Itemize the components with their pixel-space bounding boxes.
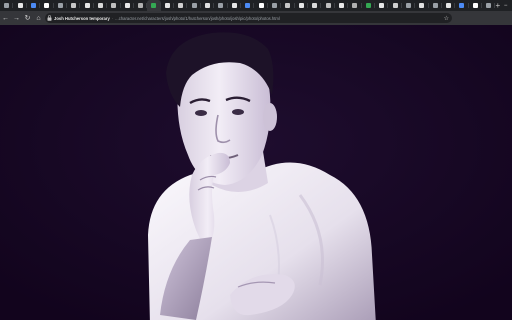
tab-favicon-icon: [459, 3, 465, 8]
tab-favicon-icon: [285, 3, 291, 8]
browser-tab[interactable]: [40, 0, 54, 11]
browser-tab[interactable]: [161, 0, 175, 11]
browser-tab[interactable]: [241, 0, 255, 11]
minimize-button[interactable]: −: [500, 0, 511, 11]
browser-tab[interactable]: [469, 0, 483, 11]
tab-favicon-icon: [57, 3, 63, 8]
tab-favicon-icon: [164, 3, 170, 8]
bookmark-star-icon[interactable]: ☆: [444, 13, 449, 23]
browser-tab[interactable]: [402, 0, 416, 11]
tab-favicon-icon: [245, 3, 251, 8]
reload-button[interactable]: ↻: [22, 11, 33, 25]
tab-favicon-icon: [205, 3, 211, 8]
browser-tab[interactable]: [281, 0, 295, 11]
browser-tab[interactable]: [348, 0, 362, 11]
browser-tab[interactable]: [121, 0, 135, 11]
tab-favicon-icon: [486, 3, 492, 8]
home-icon: ⌂: [36, 14, 41, 22]
tab-favicon-icon: [138, 3, 144, 8]
tab-favicon-icon: [178, 3, 184, 8]
tab-favicon-icon: [419, 3, 425, 8]
browser-tab[interactable]: [0, 0, 14, 11]
forward-arrow-icon: →: [13, 14, 20, 22]
portrait-image: [0, 25, 512, 320]
browser-tab[interactable]: [362, 0, 376, 11]
browser-tab[interactable]: [13, 0, 28, 11]
tab-favicon-icon: [231, 3, 237, 8]
back-button[interactable]: ←: [0, 11, 11, 25]
tab-favicon-icon: [272, 3, 277, 8]
tab-favicon-icon: [298, 3, 304, 8]
browser-tab[interactable]: [214, 0, 229, 11]
tab-favicon-icon: [17, 3, 23, 8]
tab-favicon-icon: [472, 3, 478, 8]
tab-favicon-icon: [218, 3, 224, 8]
image-viewer: [0, 25, 512, 320]
browser-tab[interactable]: [134, 0, 148, 11]
browser-tab[interactable]: [187, 0, 202, 11]
tab-favicon-icon: [30, 3, 36, 8]
browser-toolbar: ← → ↻ ⌂ Josh Hutcherson temporary · ...c…: [0, 11, 512, 25]
tab-favicon-icon: [379, 3, 385, 8]
tab-favicon-icon: [352, 3, 358, 8]
tab-favicon-icon: [338, 3, 344, 8]
tab-favicon-icon: [97, 3, 103, 8]
tab-favicon-icon: [365, 3, 371, 8]
browser-tab[interactable]: [295, 0, 309, 11]
browser-tab[interactable]: [442, 0, 456, 11]
home-button[interactable]: ⌂: [33, 11, 44, 25]
tab-favicon-icon: [151, 3, 157, 8]
reload-icon: ↻: [24, 14, 31, 22]
browser-tab[interactable]: [80, 0, 95, 11]
browser-tab[interactable]: [174, 0, 188, 11]
tab-favicon-icon: [392, 3, 398, 8]
page-title: Josh Hutcherson temporary: [54, 15, 110, 21]
tab-favicon-icon: [4, 3, 10, 8]
browser-tab[interactable]: [388, 0, 403, 11]
browser-tab[interactable]: [429, 0, 443, 11]
browser-tab[interactable]: [147, 0, 162, 11]
browser-tab[interactable]: [455, 0, 470, 11]
tab-favicon-icon: [111, 3, 117, 8]
url-separator: ·: [111, 15, 114, 21]
browser-tab[interactable]: [54, 0, 68, 11]
tab-favicon-icon: [191, 3, 197, 8]
browser-tab[interactable]: [321, 0, 336, 11]
tab-favicon-icon: [124, 3, 130, 8]
browser-tab[interactable]: [268, 0, 282, 11]
tab-favicon-icon: [312, 3, 318, 8]
tab-favicon-icon: [71, 3, 77, 8]
browser-tab[interactable]: [107, 0, 121, 11]
browser-tab[interactable]: [201, 0, 215, 11]
browser-tab[interactable]: [308, 0, 322, 11]
tab-favicon-icon: [325, 3, 331, 8]
browser-tab[interactable]: [415, 0, 429, 11]
window-controls: −□✕: [500, 0, 512, 11]
tab-favicon-icon: [44, 3, 50, 8]
tab-favicon-icon: [84, 3, 90, 8]
browser-tab[interactable]: [375, 0, 389, 11]
browser-tab[interactable]: [228, 0, 242, 11]
tab-favicon-icon: [258, 3, 264, 8]
browser-tab[interactable]: [27, 0, 41, 11]
lock-icon[interactable]: [45, 13, 54, 23]
browser-tab[interactable]: [94, 0, 108, 11]
browser-tab[interactable]: [254, 0, 269, 11]
tab-favicon-icon: [446, 3, 452, 8]
browser-window: +−□✕ ← → ↻ ⌂ Josh Hutcherson temporary ·…: [0, 0, 512, 320]
back-arrow-icon: ←: [2, 14, 9, 22]
url-text[interactable]: ...character.net/characters/josh/photo/1…: [115, 16, 280, 21]
browser-tab[interactable]: [335, 0, 349, 11]
address-bar[interactable]: Josh Hutcherson temporary · ...character…: [45, 13, 452, 23]
tab-strip: +−□✕: [0, 0, 512, 11]
tab-favicon-icon: [432, 3, 438, 8]
forward-button[interactable]: →: [11, 11, 22, 25]
tab-favicon-icon: [405, 3, 411, 8]
browser-tab[interactable]: [67, 0, 81, 11]
browser-tab[interactable]: [482, 0, 496, 11]
